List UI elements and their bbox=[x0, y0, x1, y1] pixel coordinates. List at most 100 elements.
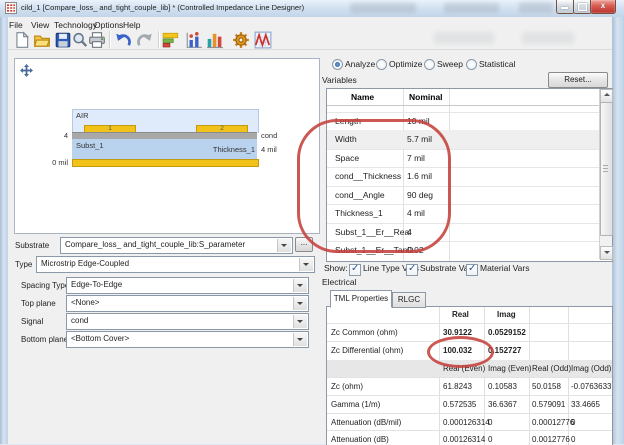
col-nominal[interactable]: Nominal bbox=[409, 92, 443, 102]
radio-sweep[interactable] bbox=[424, 59, 435, 70]
substrate-select[interactable]: Compare_loss_ and_tight_couple_lib:S_par… bbox=[60, 237, 293, 254]
substrate-name-label: Subst_1 bbox=[76, 141, 104, 150]
chevron-down-icon[interactable] bbox=[293, 297, 307, 310]
optimization-chart-icon bbox=[185, 31, 203, 49]
tab-tml-properties[interactable]: TML Properties bbox=[330, 290, 392, 308]
table-row[interactable]: Subst_1__Er__TanD 0.02 bbox=[327, 241, 599, 259]
table-row[interactable]: Subst_1__Er__Real 4 bbox=[327, 223, 599, 242]
conductor-1-label: 1 bbox=[108, 125, 112, 132]
var-nominal[interactable]: 4 mil bbox=[407, 208, 425, 218]
col-real-even: Real (Even) bbox=[443, 364, 485, 373]
undo-button[interactable] bbox=[114, 31, 132, 49]
table-row[interactable]: Zc (ohm) 61.8243 0.10583 50.0158 -0.0763… bbox=[327, 377, 612, 396]
tab-rlgc[interactable]: RLGC bbox=[392, 292, 426, 308]
var-nominal[interactable]: 7 mil bbox=[407, 153, 425, 163]
scroll-up-button[interactable] bbox=[600, 89, 613, 103]
radio-optimize[interactable] bbox=[376, 59, 387, 70]
type-label: Type bbox=[15, 260, 32, 269]
settings-gear-button[interactable] bbox=[232, 31, 250, 49]
cross-section-canvas[interactable]: AIR 1 2 Subst_1 Thickness_1 4 cond 4 mil… bbox=[14, 58, 320, 234]
bottom-plane-select[interactable]: <Bottom Cover> bbox=[66, 331, 309, 348]
bottom-plane-label: Bottom plane bbox=[21, 335, 68, 344]
stackup-editor-button[interactable] bbox=[162, 31, 180, 49]
checkbox-substrate-vars[interactable] bbox=[406, 264, 418, 276]
var-nominal[interactable]: 90 deg bbox=[407, 190, 433, 200]
table-row[interactable]: Zc Common (ohm) 30.9122 0.0529152 bbox=[327, 323, 612, 342]
checkbox-material-vars-label: Material Vars bbox=[480, 263, 529, 273]
top-plane-select[interactable]: <None> bbox=[66, 295, 309, 312]
title-bar[interactable]: cild_1 [Compare_loss_ and_tight_couple_l… bbox=[0, 0, 624, 18]
table-row[interactable]: Gamma (1/m) 0.572535 36.6367 0.579091 33… bbox=[327, 395, 612, 414]
new-document-button[interactable] bbox=[13, 31, 31, 49]
checkbox-line-type-vars[interactable] bbox=[349, 264, 361, 276]
print-button[interactable] bbox=[88, 31, 106, 49]
plot-grid-icon bbox=[254, 31, 272, 49]
gear-icon bbox=[232, 31, 250, 49]
table-row-selected[interactable]: Width 5.7 mil bbox=[327, 130, 599, 150]
zoom-button[interactable] bbox=[71, 31, 89, 49]
checkbox-material-vars[interactable] bbox=[466, 264, 478, 276]
table-row[interactable]: cond__Angle 90 deg bbox=[327, 186, 599, 205]
table-row[interactable]: Zc Differential (ohm) 100.032 0.152727 bbox=[327, 341, 612, 361]
radio-statistical[interactable] bbox=[466, 59, 477, 70]
signal-select[interactable]: cond bbox=[66, 313, 309, 330]
zc-common-real: 30.9122 bbox=[443, 328, 472, 337]
substrate-browse-button[interactable]: ... bbox=[295, 237, 313, 252]
undo-icon bbox=[114, 31, 132, 49]
value: 0.10583 bbox=[488, 382, 517, 391]
table-row[interactable]: Space 7 mil bbox=[327, 149, 599, 168]
close-icon: x bbox=[591, 1, 615, 10]
spacing-type-value: Edge-To-Edge bbox=[71, 280, 292, 289]
show-label: Show: bbox=[324, 263, 348, 273]
watermark-blur bbox=[522, 32, 574, 44]
col-name[interactable]: Name bbox=[351, 92, 374, 102]
menu-view[interactable]: View bbox=[28, 19, 52, 31]
var-nominal[interactable]: 1.6 mil bbox=[407, 171, 432, 181]
save-button[interactable] bbox=[54, 31, 72, 49]
plot-viewer-button[interactable] bbox=[254, 31, 272, 49]
col-imag-even: Imag (Even) bbox=[488, 364, 532, 373]
chevron-down-icon[interactable] bbox=[293, 315, 307, 328]
variables-header: Name Nominal bbox=[327, 89, 599, 106]
chevron-down-icon[interactable] bbox=[277, 239, 291, 252]
optimization-chart-button[interactable] bbox=[185, 31, 203, 49]
table-row[interactable]: cond__Thickness 1.6 mil bbox=[327, 167, 599, 187]
menu-help[interactable]: Help bbox=[120, 19, 143, 31]
spacing-type-select[interactable]: Edge-To-Edge bbox=[66, 277, 309, 294]
results-chart-button[interactable] bbox=[206, 31, 224, 49]
reset-button[interactable]: Reset... bbox=[548, 72, 608, 88]
close-button[interactable]: x bbox=[590, 0, 616, 14]
redo-button[interactable] bbox=[136, 31, 154, 49]
scroll-down-button[interactable] bbox=[600, 246, 613, 260]
scrollbar-thumb[interactable] bbox=[600, 102, 613, 236]
zc-common-imag: 0.0529152 bbox=[488, 328, 526, 337]
radio-statistical-label: Statistical bbox=[479, 59, 515, 69]
open-project-button[interactable] bbox=[33, 31, 51, 49]
chevron-down-icon[interactable] bbox=[293, 279, 307, 292]
chevron-down-icon[interactable] bbox=[293, 333, 307, 346]
var-name: Space bbox=[335, 153, 359, 163]
var-nominal[interactable]: 10 mil bbox=[407, 116, 430, 126]
zc-differential-real: 100.032 bbox=[443, 346, 472, 355]
row-label: Zc Common (ohm) bbox=[331, 328, 398, 337]
table-row[interactable]: Attenuation (dB) 0.00126314 0 0.0012776 … bbox=[327, 430, 612, 445]
cond-name-label: cond bbox=[261, 131, 277, 140]
radio-sweep-label: Sweep bbox=[437, 59, 463, 69]
value: 50.0158 bbox=[532, 382, 561, 391]
menu-file[interactable]: File bbox=[6, 19, 26, 31]
table-row[interactable]: Thickness_1 4 mil bbox=[327, 204, 599, 224]
electrical-table[interactable]: Real Imag Zc Common (ohm) 30.9122 0.0529… bbox=[326, 306, 613, 445]
var-nominal[interactable]: 0.02 bbox=[407, 245, 424, 255]
table-row[interactable]: Attenuation (dB/mil) 0.000126314 0 0.000… bbox=[327, 413, 612, 431]
variables-table[interactable]: Name Nominal Length 10 mil Width 5.7 mil… bbox=[326, 88, 613, 262]
chevron-down-icon[interactable] bbox=[299, 258, 313, 271]
radio-analyze[interactable] bbox=[332, 59, 343, 70]
variables-scrollbar[interactable] bbox=[599, 89, 612, 259]
var-nominal[interactable]: 4 bbox=[407, 227, 412, 237]
var-nominal[interactable]: 5.7 mil bbox=[407, 134, 432, 144]
type-select[interactable]: Microstrip Edge-Coupled bbox=[36, 256, 315, 273]
ground-layer[interactable] bbox=[72, 159, 259, 167]
table-row[interactable]: Length 10 mil bbox=[327, 112, 599, 131]
app-window: cild_1 [Compare_loss_ and_tight_couple_l… bbox=[0, 0, 624, 444]
row-label: Gamma (1/m) bbox=[331, 400, 380, 409]
